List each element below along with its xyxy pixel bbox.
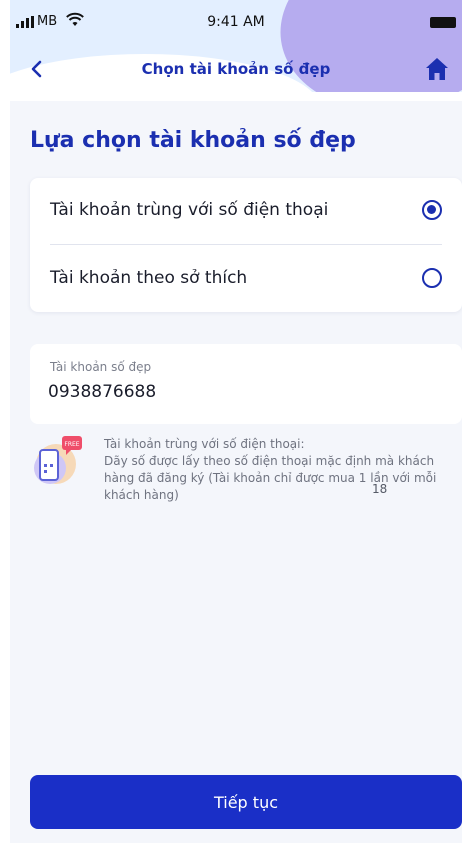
nav-bar: Chọn tài khoản số đẹp: [10, 54, 462, 86]
info-title: Tài khoản trùng với số điện thoại:: [104, 437, 305, 451]
divider: [50, 244, 442, 245]
status-time: 9:41 AM: [207, 14, 265, 30]
phone-free-icon: FREE: [34, 436, 82, 484]
info-description: Dãy số được lấy theo số điện thoại mặc đ…: [104, 454, 437, 502]
account-type-options: Tài khoản trùng với số điện thoại Tài kh…: [30, 178, 462, 312]
screen: MB 9:41 AM Chọn tài khoản số đẹp Lựa chọ…: [10, 0, 462, 843]
account-number-input[interactable]: [48, 382, 438, 402]
status-bar: MB 9:41 AM: [10, 12, 462, 34]
info-note: Tài khoản trùng với số điện thoại: Dãy s…: [104, 436, 462, 504]
radio-selected-icon[interactable]: [422, 200, 442, 220]
continue-button[interactable]: Tiếp tục: [30, 775, 462, 829]
radio-unselected-icon[interactable]: [422, 268, 442, 288]
home-icon[interactable]: [424, 56, 450, 82]
page-number: 18: [372, 482, 388, 496]
option-custom-account[interactable]: Tài khoản theo sở thích: [30, 246, 462, 312]
header: MB 9:41 AM Chọn tài khoản số đẹp: [10, 0, 462, 101]
option-phone-number-account[interactable]: Tài khoản trùng với số điện thoại: [30, 178, 462, 244]
option-label: Tài khoản theo sở thích: [50, 268, 248, 288]
free-badge: FREE: [64, 441, 79, 448]
option-label: Tài khoản trùng với số điện thoại: [50, 200, 329, 220]
page-title: Lựa chọn tài khoản số đẹp: [30, 128, 356, 153]
account-number-field[interactable]: Tài khoản số đẹp: [30, 344, 462, 424]
battery-icon: [430, 17, 456, 28]
nav-title: Chọn tài khoản số đẹp: [141, 60, 331, 78]
field-label: Tài khoản số đẹp: [50, 360, 152, 374]
